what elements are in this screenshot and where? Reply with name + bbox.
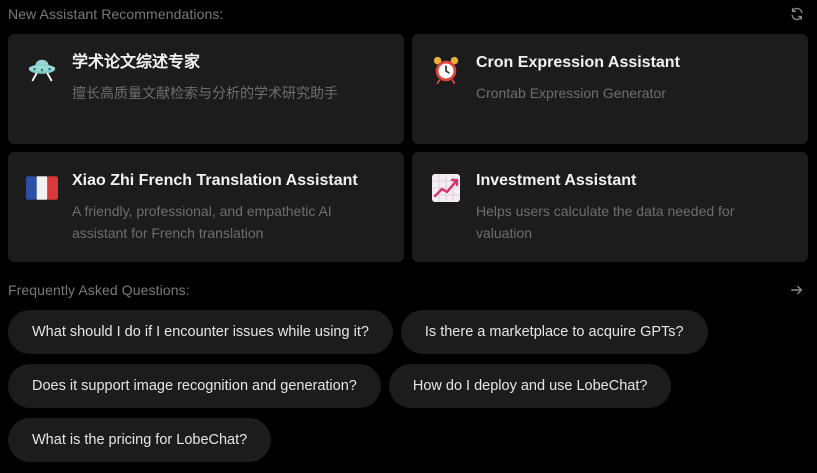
card-title: 学术论文综述专家 xyxy=(72,54,201,71)
assistant-card-cron-expression[interactable]: Cron Expression Assistant Crontab Expres… xyxy=(412,34,808,144)
faq-question[interactable]: Does it support image recognition and ge… xyxy=(8,364,381,408)
faq-question[interactable]: What is the pricing for LobeChat? xyxy=(8,418,272,462)
card-description: Crontab Expression Generator xyxy=(476,85,666,101)
faq-question[interactable]: What should I do if I encounter issues w… xyxy=(8,310,393,354)
refresh-icon[interactable] xyxy=(789,6,805,22)
assistant-card-investment[interactable]: Investment Assistant Helps users calcula… xyxy=(412,152,808,262)
faq-question[interactable]: How do I deploy and use LobeChat? xyxy=(388,364,672,408)
ufo-icon xyxy=(26,54,58,86)
recommendations-header: New Assistant Recommendations: xyxy=(8,4,805,24)
faq-title: Frequently Asked Questions: xyxy=(8,282,190,298)
card-title: Cron Expression Assistant xyxy=(476,54,680,71)
french-flag-icon xyxy=(26,172,58,204)
assistant-cards-grid: 学术论文综述专家 擅长高质量文献检索与分析的学术研究助手 Cron Expres… xyxy=(8,34,808,262)
faq-question[interactable]: Is there a marketplace to acquire GPTs? xyxy=(400,310,708,354)
chart-increasing-icon xyxy=(430,172,462,204)
faq-list: What should I do if I encounter issues w… xyxy=(8,310,808,472)
alarm-clock-icon xyxy=(430,54,462,86)
arrow-right-icon[interactable] xyxy=(789,282,805,298)
assistant-card-academic-review[interactable]: 学术论文综述专家 擅长高质量文献检索与分析的学术研究助手 xyxy=(8,34,404,144)
card-description: Helps users calculate the data needed fo… xyxy=(476,203,735,241)
card-description: 擅长高质量文献检索与分析的学术研究助手 xyxy=(72,85,338,101)
recommendations-title: New Assistant Recommendations: xyxy=(8,6,224,22)
card-title: Investment Assistant xyxy=(476,172,637,189)
assistant-card-french-translation[interactable]: Xiao Zhi French Translation Assistant A … xyxy=(8,152,404,262)
card-title: Xiao Zhi French Translation Assistant xyxy=(72,172,358,189)
faq-header: Frequently Asked Questions: xyxy=(8,280,805,300)
card-description: A friendly, professional, and empathetic… xyxy=(72,203,332,241)
